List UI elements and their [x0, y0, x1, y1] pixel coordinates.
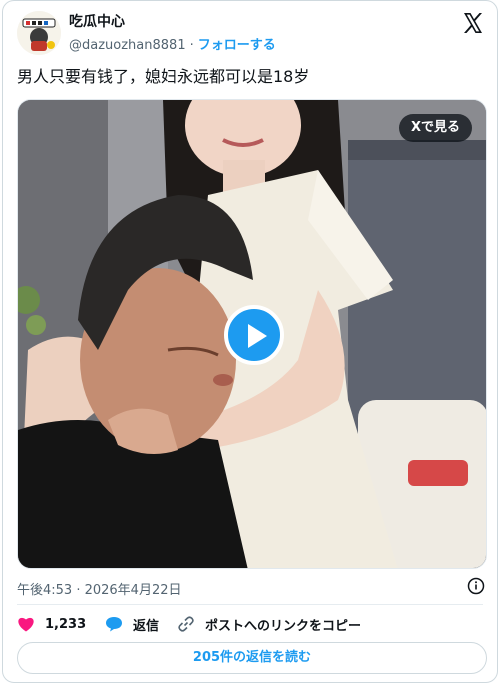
video-player[interactable]: Xで見る — [17, 99, 487, 569]
copy-link-label: ポストへのリンクをコピー — [205, 618, 362, 634]
view-on-x-button[interactable]: Xで見る — [398, 114, 472, 142]
tweet-timestamp[interactable]: 午後4:53 · 2026年4月22日 — [17, 579, 182, 598]
divider — [17, 604, 483, 605]
avatar[interactable] — [17, 11, 61, 55]
play-icon — [248, 324, 267, 348]
copy-link-button[interactable]: ポストへのリンクをコピー — [177, 613, 361, 635]
like-button[interactable]: 1,233 — [17, 613, 86, 635]
reply-label: 返信 — [133, 618, 160, 634]
reply-bubble-icon — [106, 617, 122, 632]
tweet-card: 吃瓜中心 @dazuozhan8881 · フォローする 男人只要有钱了，媳妇永远都… — [2, 0, 498, 683]
author-handle[interactable]: @dazuozhan8881 — [69, 38, 186, 53]
author-name[interactable]: 吃瓜中心 — [69, 11, 125, 31]
avatar-image — [17, 11, 61, 55]
link-icon — [178, 616, 194, 632]
heart-icon — [18, 617, 34, 632]
like-count: 1,233 — [45, 616, 87, 632]
play-button[interactable] — [224, 305, 284, 365]
follow-button[interactable]: フォローする — [198, 38, 276, 53]
handle-row: @dazuozhan8881 · フォローする — [69, 34, 276, 53]
reply-button[interactable]: 返信 — [105, 613, 159, 635]
x-logo-icon[interactable] — [461, 11, 485, 35]
separator-dot: · — [189, 38, 194, 53]
tweet-text: 男人只要有钱了，媳妇永远都可以是18岁 — [17, 67, 310, 86]
info-icon[interactable] — [467, 577, 485, 595]
read-replies-button[interactable]: 205件の返信を読む — [17, 642, 487, 674]
